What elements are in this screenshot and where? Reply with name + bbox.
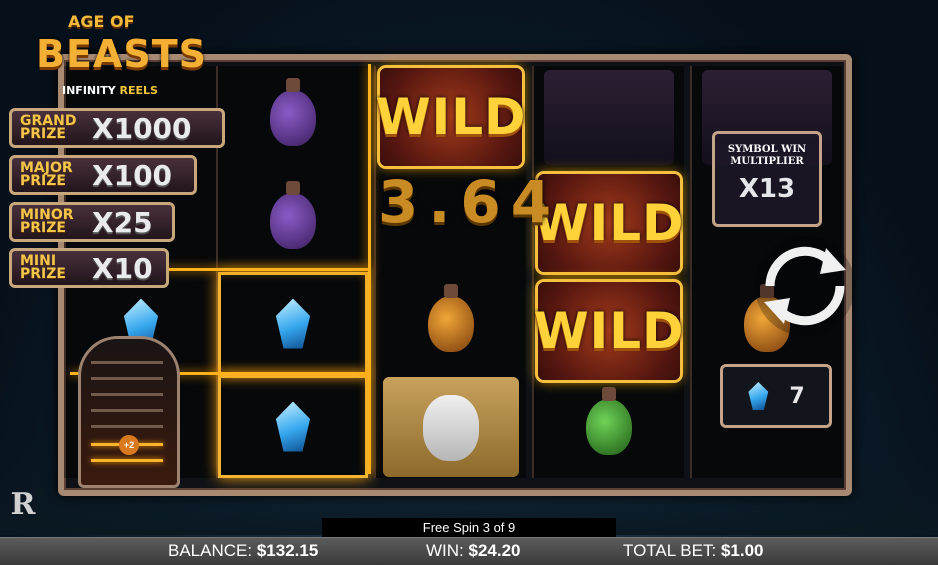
- eagle-icon: [383, 376, 519, 477]
- ladder-badge: +2: [119, 435, 139, 455]
- prize-value: X10: [92, 251, 153, 285]
- symbol-win-multiplier: SYMBOL WIN MULTIPLIER X13: [712, 131, 822, 227]
- wild-label: WILD: [375, 88, 527, 146]
- ladder-rung: [91, 377, 163, 380]
- win-value: $24.20: [468, 541, 521, 560]
- bet-value: $1.00: [720, 541, 764, 560]
- beast-card-icon: [544, 70, 674, 165]
- multiplier-label: SYMBOL WIN MULTIPLIER: [715, 144, 819, 168]
- balance-label: BALANCE:: [168, 541, 253, 560]
- prize-name: GRAND PRIZE: [12, 114, 92, 142]
- blue-gem-icon: [748, 382, 769, 410]
- ladder-rung-lit: [91, 459, 163, 462]
- purple-potion-icon: [270, 180, 316, 249]
- logo-reels: REELS: [119, 84, 158, 97]
- minor-prize-panel: MINOR PRIZE X25: [9, 202, 175, 242]
- game-logo: AGE OF BEASTS INFINITY REELS: [18, 6, 208, 98]
- reel-4-symbol-1: [534, 66, 684, 169]
- grand-prize-panel: GRAND PRIZE X1000: [9, 108, 225, 148]
- multiplier-label-1: SYMBOL WIN: [727, 144, 807, 155]
- reel-2-symbol-2: [218, 169, 368, 272]
- prize-name: MINOR PRIZE: [12, 208, 92, 236]
- reel-2-symbol-4: [218, 375, 368, 478]
- reel-4: WILD WILD: [532, 66, 684, 478]
- prize-value: X1000: [92, 111, 192, 145]
- spin-button[interactable]: [742, 234, 868, 338]
- prize-name: MAJOR PRIZE: [12, 161, 92, 189]
- gem-counter: 7: [720, 364, 832, 428]
- multiplier-value: X13: [738, 174, 796, 204]
- reel-2-symbol-3: [218, 272, 368, 375]
- wild-label: WILD: [533, 302, 685, 360]
- win-amount: 3.64: [378, 168, 562, 236]
- prize-name-2: PRIZE: [20, 266, 66, 282]
- reel-3-symbol-4: [376, 375, 526, 478]
- major-prize-panel: MAJOR PRIZE X100: [9, 155, 197, 195]
- logo-line-2: BEASTS: [36, 32, 207, 76]
- ladder-rung: [91, 409, 163, 412]
- reel-4-symbol-4: [534, 375, 684, 478]
- ladder-rung: [91, 393, 163, 396]
- logo-line-1: AGE OF: [68, 12, 135, 31]
- win-label: WIN:: [426, 541, 464, 560]
- total-bet: TOTAL BET: $1.00: [623, 541, 764, 561]
- progress-ladder: +2: [78, 336, 180, 488]
- blue-gem-icon: [275, 298, 311, 349]
- reel-2: [216, 66, 368, 478]
- provider-logo: R: [10, 486, 36, 522]
- logo-line-3: INFINITY REELS: [62, 84, 158, 97]
- green-potion-icon: [586, 386, 632, 455]
- multiplier-label-2: MULTIPLIER: [730, 156, 804, 167]
- blue-gem-icon: [275, 401, 311, 452]
- balance: BALANCE: $132.15: [168, 541, 318, 561]
- mini-prize-panel: MINI PRIZE X10: [9, 248, 169, 288]
- ladder-rung: [91, 361, 163, 364]
- gem-count: 7: [789, 383, 805, 409]
- status-bar: BALANCE: $132.15 WIN: $24.20 TOTAL BET: …: [0, 537, 938, 565]
- balance-value: $132.15: [256, 541, 319, 560]
- gold-potion-icon: [428, 283, 474, 352]
- ladder-rung: [91, 425, 163, 428]
- bet-label: TOTAL BET:: [623, 541, 717, 560]
- reel-3-symbol-3: [376, 272, 526, 375]
- reel-2-symbol-1: [218, 66, 368, 169]
- logo-infinity: INFINITY: [62, 84, 116, 97]
- prize-name-2: PRIZE: [20, 173, 66, 189]
- prize-name-2: PRIZE: [20, 126, 66, 142]
- prize-name: MINI PRIZE: [12, 254, 92, 282]
- win: WIN: $24.20: [426, 541, 521, 561]
- prize-name-2: PRIZE: [20, 220, 66, 236]
- win-line: [368, 64, 371, 474]
- prize-value: X100: [92, 158, 173, 192]
- reel-3: WILD: [374, 66, 526, 478]
- free-spin-counter: Free Spin 3 of 9: [322, 518, 616, 538]
- purple-potion-icon: [270, 77, 316, 146]
- wild-symbol: WILD: [533, 282, 684, 380]
- prize-value: X25: [92, 205, 153, 239]
- wild-symbol: WILD: [375, 68, 526, 166]
